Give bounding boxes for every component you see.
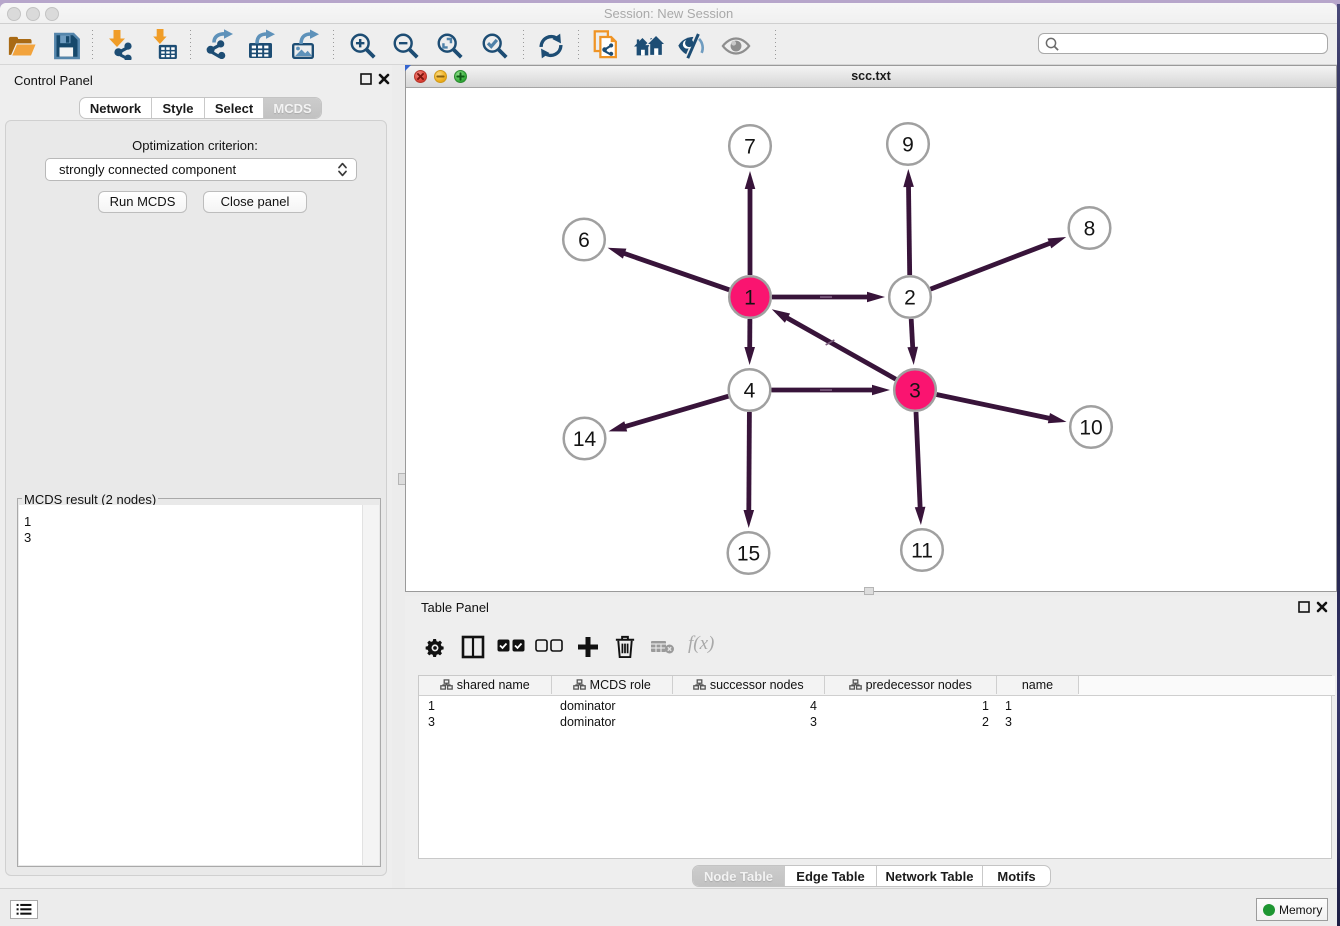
svg-text:11: 11 [911,540,933,563]
svg-text:2: 2 [904,287,916,310]
svg-text:14: 14 [573,428,597,451]
svg-text:6: 6 [578,229,590,252]
svg-text:10: 10 [1079,417,1102,440]
svg-text:1: 1 [744,287,756,310]
svg-text:3: 3 [909,380,921,403]
svg-text:4: 4 [744,380,756,403]
svg-text:7: 7 [744,136,756,159]
svg-text:8: 8 [1084,218,1096,241]
svg-text:9: 9 [902,134,914,157]
svg-text:15: 15 [737,543,760,566]
